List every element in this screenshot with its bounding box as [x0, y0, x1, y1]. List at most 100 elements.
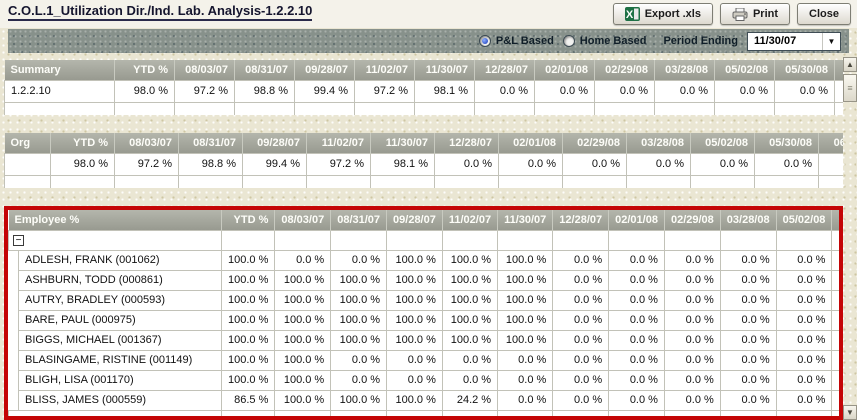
value-cell: 98.8 % — [235, 80, 295, 102]
value-cell: 0.0 % — [553, 250, 609, 270]
value-cell: 0.0 % — [498, 350, 553, 370]
filler-cell — [475, 102, 535, 115]
value-cell: 0.0 % — [832, 250, 843, 270]
radio-home-label: Home Based — [580, 35, 647, 47]
value-cell: 100.0 % — [498, 310, 553, 330]
value-cell: 100.0 % — [442, 310, 497, 330]
value-cell: 0.0 % — [720, 250, 776, 270]
period-ending-dropdown[interactable]: 11/30/07 ▼ — [747, 32, 841, 51]
value-cell: 0.0 % — [720, 370, 776, 390]
value-cell: 0.0 % — [720, 350, 776, 370]
empty-cell — [442, 230, 497, 250]
empty-cell — [609, 230, 665, 250]
filler-cell — [387, 410, 443, 418]
value-cell: 0.0 % — [664, 390, 720, 410]
value-cell: 98.8 % — [179, 153, 243, 175]
filler-cell — [775, 102, 835, 115]
value-cell: 0.0 % — [832, 350, 843, 370]
employee-name-cell[interactable]: AUTRY, BRADLEY (000593) — [19, 290, 222, 310]
filler-cell — [720, 410, 776, 418]
print-button[interactable]: Print — [720, 3, 790, 25]
filler-cell — [115, 175, 179, 188]
value-cell: 0.0 % — [776, 250, 832, 270]
column-header: 12/28/07 — [475, 60, 535, 80]
value-cell: 0.0 % — [498, 370, 553, 390]
value-cell: 100.0 % — [442, 270, 497, 290]
table-row: 98.0 %97.2 %98.8 %99.4 %97.2 %98.1 %0.0 … — [5, 153, 844, 175]
value-cell: 0.0 % — [664, 270, 720, 290]
value-cell: 0.0 % — [331, 350, 387, 370]
printer-icon — [732, 8, 748, 21]
value-cell: 0.0 % — [832, 330, 843, 350]
value-cell: 99.4 % — [243, 153, 307, 175]
employee-name-cell[interactable]: BARE, PAUL (000975) — [19, 310, 222, 330]
radio-pnl-icon[interactable] — [479, 35, 491, 47]
row-gutter — [9, 370, 19, 390]
table-row: AUTRY, BRADLEY (000593)100.0 %100.0 %100… — [9, 290, 844, 310]
value-cell: 0.0 % — [776, 290, 832, 310]
employee-name-cell[interactable]: BLASINGAME, RISTINE (001149) — [19, 350, 222, 370]
export-xls-button[interactable]: X Export .xls — [613, 3, 713, 25]
table-row: BLASINGAME, RISTINE (001149)100.0 %100.0… — [9, 350, 844, 370]
empty-cell — [776, 230, 832, 250]
column-header: 12/28/07 — [435, 133, 499, 153]
column-header: 06/30/08 — [819, 133, 844, 153]
scrollbar-thumb[interactable]: ≡ — [843, 74, 857, 102]
value-cell: 0.0 % — [553, 310, 609, 330]
value-cell: 0.0 % — [275, 250, 331, 270]
scroll-up-icon[interactable]: ▲ — [843, 57, 857, 72]
value-cell: 97.2 % — [355, 80, 415, 102]
column-header: 05/30/08 — [755, 133, 819, 153]
row-gutter — [9, 270, 19, 290]
scroll-down-icon[interactable]: ▼ — [843, 405, 857, 420]
value-cell: 0.0 % — [776, 370, 832, 390]
column-header: 05/30/08 — [832, 210, 843, 230]
radio-pnl-based[interactable]: P&L Based — [479, 35, 554, 47]
column-header: 02/29/08 — [664, 210, 720, 230]
value-cell: 0.0 % — [609, 370, 665, 390]
vertical-scrollbar[interactable]: ▲ ≡ ▼ — [843, 57, 857, 420]
value-cell: 100.0 % — [331, 310, 387, 330]
value-cell: 0.0 % — [832, 270, 843, 290]
value-cell: 0.0 % — [609, 310, 665, 330]
grid-label-header: Employee % — [9, 210, 222, 230]
value-cell: 0.0 % — [609, 330, 665, 350]
value-cell: 0.0 % — [331, 250, 387, 270]
employee-name-cell[interactable]: BLIGH, LISA (001170) — [19, 370, 222, 390]
value-cell: 0.0 % — [776, 330, 832, 350]
filler-cell — [595, 102, 655, 115]
column-header: 02/01/08 — [609, 210, 665, 230]
value-cell: 100.0 % — [275, 390, 331, 410]
value-cell: 0.0 % — [435, 153, 499, 175]
value-cell: 0.0 % — [595, 80, 655, 102]
employee-name-cell[interactable]: ASHBURN, TODD (000861) — [19, 270, 222, 290]
close-button[interactable]: Close — [797, 3, 851, 25]
filler-cell — [832, 410, 843, 418]
collapse-all-icon[interactable]: − — [13, 235, 24, 246]
empty-cell — [275, 230, 331, 250]
chevron-down-icon[interactable]: ▼ — [822, 33, 840, 50]
column-header: 03/28/08 — [627, 133, 691, 153]
header-button-row: X Export .xls Print Close — [613, 3, 851, 25]
employee-name-cell[interactable]: ADLESH, FRANK (001062) — [19, 250, 222, 270]
employee-name-cell[interactable]: BIGGS, MICHAEL (001367) — [19, 330, 222, 350]
empty-cell — [387, 230, 443, 250]
value-cell: 0.0 % — [775, 80, 835, 102]
column-header: 09/28/07 — [387, 210, 443, 230]
value-cell: 100.0 % — [442, 290, 497, 310]
value-cell: 0.0 % — [553, 270, 609, 290]
filler-cell — [553, 410, 609, 418]
value-cell: 100.0 % — [387, 390, 443, 410]
grid-label-header: Org — [5, 133, 51, 153]
radio-home-icon[interactable] — [563, 35, 575, 47]
filler-cell — [5, 175, 51, 188]
value-cell: 0.0 % — [475, 80, 535, 102]
value-cell: 24.2 % — [442, 390, 497, 410]
radio-home-based[interactable]: Home Based — [563, 35, 647, 47]
title-bar: C.O.L.1_Utilization Dir./Ind. Lab. Analy… — [0, 0, 857, 28]
column-header: YTD % — [115, 60, 175, 80]
employee-name-cell[interactable]: BLISS, JAMES (000559) — [19, 390, 222, 410]
table-row: ADLESH, FRANK (001062)100.0 %0.0 %0.0 %1… — [9, 250, 844, 270]
filler-cell — [435, 175, 499, 188]
value-cell: 100.0 % — [387, 290, 443, 310]
